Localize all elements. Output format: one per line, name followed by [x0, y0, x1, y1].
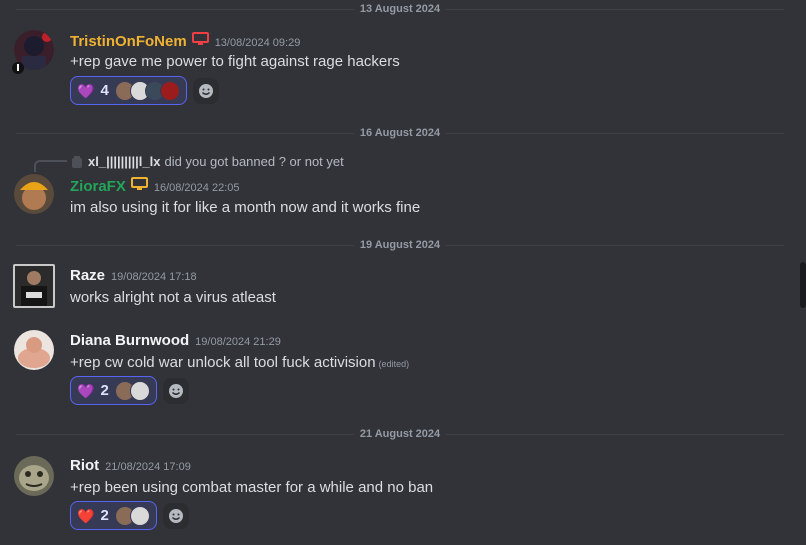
reaction-button[interactable]: ❤️ 2 — [70, 501, 157, 530]
smiley-icon — [168, 508, 183, 523]
desktop-icon — [130, 177, 148, 190]
avatar[interactable] — [14, 456, 54, 496]
username[interactable]: Diana Burnwood — [70, 332, 189, 349]
username[interactable]: Riot — [70, 457, 99, 474]
reaction-button[interactable]: 💜 4 — [70, 76, 187, 105]
username[interactable]: TristinOnFoNem — [70, 33, 187, 50]
timestamp: 16/08/2024 22:05 — [153, 182, 240, 194]
message-text: works alright not a virus atleast — [70, 289, 276, 306]
username[interactable]: ZioraFX — [70, 178, 126, 195]
date-divider: 16 August 2024 — [16, 127, 784, 139]
purple-heart-icon: 💜 — [77, 382, 95, 399]
date-divider-label: 16 August 2024 — [353, 127, 447, 139]
status-icon — [12, 62, 24, 74]
reaction-button[interactable]: 💜 2 — [70, 376, 157, 405]
add-reaction-button[interactable] — [162, 377, 189, 404]
purple-heart-icon: 💜 — [77, 82, 95, 99]
message-text: +rep cw cold war unlock all tool fuck ac… — [70, 354, 409, 371]
reply-username[interactable]: xl_|||||||||l_lx — [88, 154, 161, 169]
message-text: im also using it for like a month now an… — [70, 199, 421, 216]
edited-label: (edited) — [378, 359, 410, 369]
reaction-count: 4 — [100, 82, 109, 99]
avatar — [129, 380, 150, 401]
date-divider-label: 13 August 2024 — [353, 3, 447, 15]
scrollbar-thumb[interactable] — [800, 262, 806, 308]
avatar[interactable] — [14, 174, 54, 214]
avatar[interactable] — [13, 264, 55, 308]
message-text: +rep been using combat master for a whil… — [70, 479, 434, 496]
reactor-avatars — [114, 80, 180, 101]
smiley-icon — [168, 383, 183, 398]
message-body: +rep cw cold war unlock all tool fuck ac… — [70, 354, 376, 371]
timestamp: 19/08/2024 17:18 — [111, 271, 197, 283]
date-divider-label: 19 August 2024 — [353, 239, 447, 251]
smiley-icon — [198, 83, 213, 98]
reply-spine — [34, 160, 67, 172]
red-heart-icon: ❤️ — [77, 507, 95, 524]
message-text: +rep gave me power to fight against rage… — [70, 53, 400, 70]
avatar[interactable] — [14, 330, 54, 370]
timestamp: 19/08/2024 21:29 — [195, 336, 281, 348]
date-divider: 19 August 2024 — [16, 239, 784, 251]
reactor-avatars — [114, 505, 150, 526]
reaction-count: 2 — [100, 382, 109, 399]
date-divider: 21 August 2024 — [16, 428, 784, 440]
avatar — [159, 80, 180, 101]
reply-text: did you got banned ? or not yet — [164, 154, 344, 169]
reactor-avatars — [114, 380, 150, 401]
date-divider: 13 August 2024 — [16, 3, 784, 15]
reply-preview[interactable]: xl_|||||||||l_lx did you got banned ? or… — [70, 154, 344, 169]
add-reaction-button[interactable] — [162, 502, 189, 529]
timestamp: 21/08/2024 17:09 — [105, 461, 191, 473]
reply-avatar-icon — [72, 155, 82, 168]
date-divider-label: 21 August 2024 — [353, 428, 447, 440]
desktop-icon — [191, 32, 209, 45]
reaction-count: 2 — [100, 507, 109, 524]
username[interactable]: Raze — [70, 267, 105, 284]
add-reaction-button[interactable] — [192, 77, 219, 104]
timestamp: 13/08/2024 09:29 — [214, 37, 301, 49]
avatar — [129, 505, 150, 526]
